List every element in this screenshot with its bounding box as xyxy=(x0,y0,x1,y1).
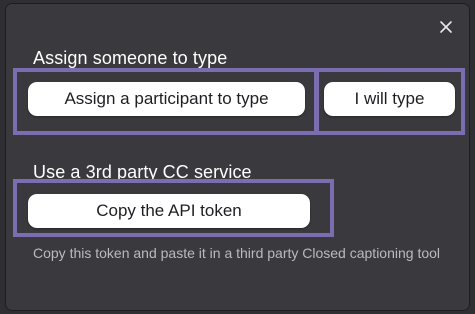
close-icon[interactable] xyxy=(437,18,455,36)
copy-api-token-button[interactable]: Copy the API token xyxy=(28,194,310,228)
i-will-type-button[interactable]: I will type xyxy=(324,82,455,116)
copy-token-description: Copy this token and paste it in a third … xyxy=(33,245,441,261)
assign-section-title: Assign someone to type xyxy=(33,48,228,68)
closed-caption-dialog: Assign someone to type Assign a particip… xyxy=(6,4,469,310)
assign-participant-button[interactable]: Assign a participant to type xyxy=(28,82,305,116)
